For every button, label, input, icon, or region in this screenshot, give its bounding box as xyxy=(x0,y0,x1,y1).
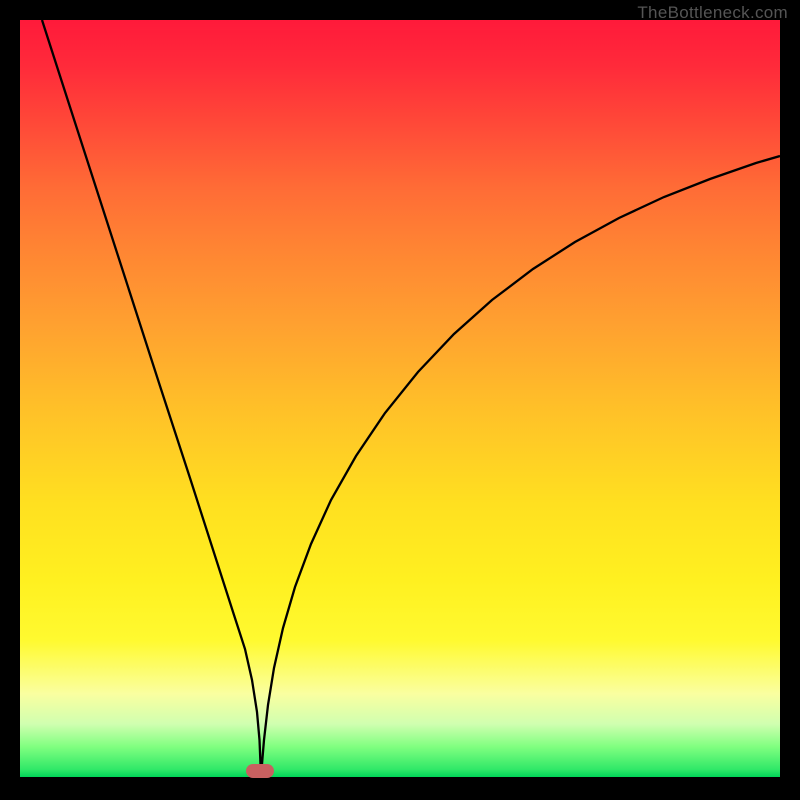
bottleneck-curve xyxy=(42,20,780,770)
hotspot-marker xyxy=(246,764,274,778)
plot-area xyxy=(20,20,780,777)
curve-svg xyxy=(20,20,780,777)
watermark-text: TheBottleneck.com xyxy=(637,3,788,23)
